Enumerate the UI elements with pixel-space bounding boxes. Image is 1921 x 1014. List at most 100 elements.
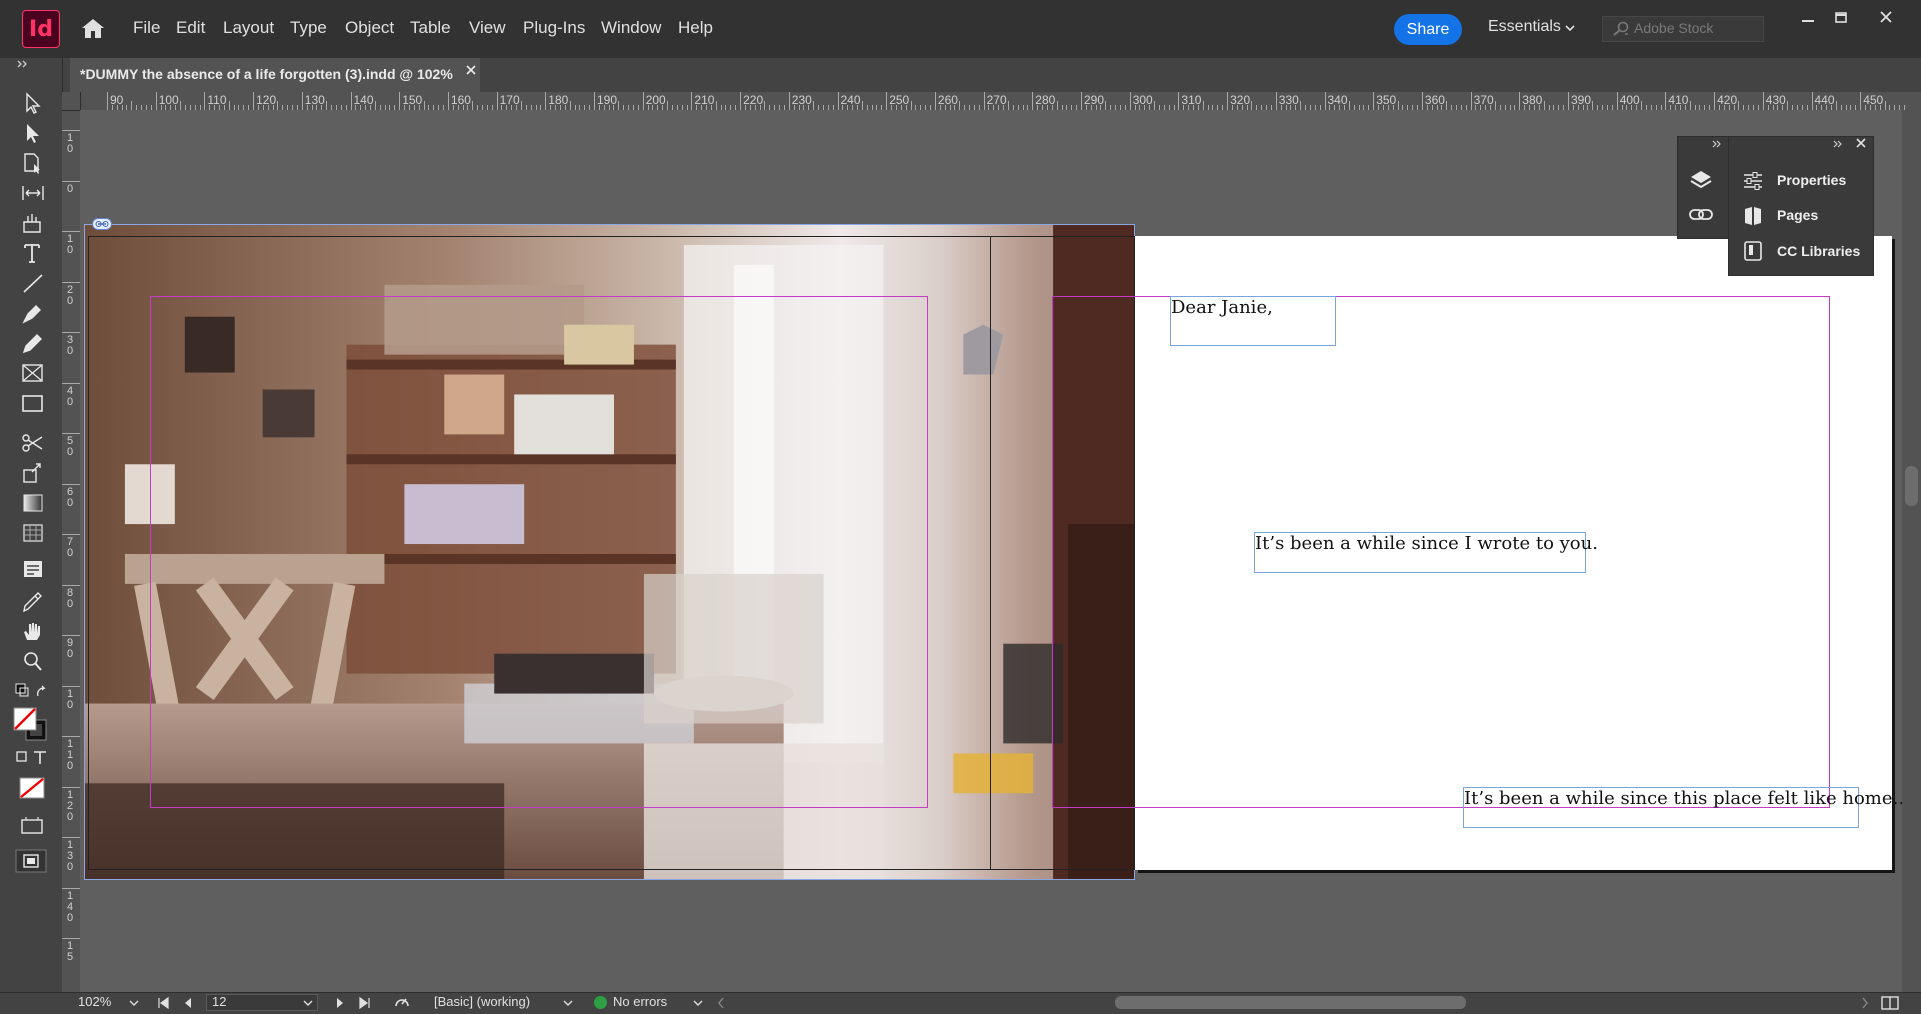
page-chevron-icon[interactable]: [302, 998, 314, 1008]
sliders-icon[interactable]: [1741, 170, 1765, 192]
preflight-errors[interactable]: No errors: [613, 994, 667, 1009]
direct-selection-tool-icon[interactable]: [20, 122, 46, 144]
properties-panel-tab[interactable]: Properties: [1777, 172, 1846, 188]
ruler-label: 1 2 0: [66, 788, 74, 823]
zoom-level[interactable]: 102%: [78, 994, 111, 1009]
restore-icon[interactable]: [1826, 8, 1856, 28]
menu-object[interactable]: Object: [345, 18, 394, 38]
minimize-icon[interactable]: [1793, 8, 1823, 28]
text-frame-closing[interactable]: It’s been a while since this place felt …: [1463, 787, 1911, 828]
expand-panels-icon[interactable]: [1711, 140, 1723, 148]
workspace-switcher[interactable]: Essentials: [1488, 18, 1561, 36]
errors-chevron-icon[interactable]: [692, 998, 704, 1008]
preflight-profile[interactable]: [Basic] (working): [434, 994, 530, 1009]
ruler-minor-tick: [1641, 101, 1643, 110]
pen-tool-icon[interactable]: [20, 302, 46, 324]
link-icon[interactable]: [92, 218, 112, 230]
rectangle-tool-icon[interactable]: [20, 392, 46, 414]
formatting-container-text-icon[interactable]: [14, 748, 50, 766]
text-frame-body[interactable]: It’s been a while since I wrote to you.: [1254, 532, 1598, 573]
ruler-minor-tick: [180, 101, 182, 110]
share-button[interactable]: Share: [1394, 14, 1462, 45]
scroll-right-icon[interactable]: [1860, 996, 1870, 1010]
scissors-tool-icon[interactable]: [20, 432, 46, 454]
zoom-tool-icon[interactable]: [20, 650, 46, 672]
horizontal-scroll-thumb[interactable]: [1115, 996, 1466, 1009]
profile-chevron-icon[interactable]: [562, 998, 574, 1008]
menu-table[interactable]: Table: [410, 18, 451, 38]
menu-plug-ins[interactable]: Plug-Ins: [523, 18, 585, 38]
chevron-down-icon[interactable]: [1565, 24, 1575, 32]
menu-window[interactable]: Window: [601, 18, 661, 38]
apply-none-icon[interactable]: [18, 776, 46, 800]
first-page-icon[interactable]: [156, 996, 170, 1010]
ruler-tick: [62, 483, 80, 485]
ruler-tick: [62, 635, 80, 636]
pages-panel-tab[interactable]: Pages: [1777, 207, 1818, 223]
menu-view[interactable]: View: [469, 18, 506, 38]
ruler-tick: [886, 92, 888, 110]
ruler-label: 1 4 0: [66, 889, 74, 924]
ruler-tick: [62, 231, 80, 232]
menu-file[interactable]: File: [133, 18, 160, 38]
ruler-minor-tick: [472, 101, 474, 110]
default-fill-stroke-icon[interactable]: [14, 682, 50, 702]
gradient-feather-tool-icon[interactable]: [20, 522, 46, 544]
ruler-tick: [62, 332, 80, 333]
preview-mode-icon[interactable]: [14, 848, 48, 874]
scroll-left-icon[interactable]: [716, 996, 726, 1010]
note-tool-icon[interactable]: [20, 558, 46, 580]
gap-tool-icon[interactable]: [20, 182, 46, 204]
ruler-label: 8 0: [66, 586, 74, 610]
collapse-dock-icon[interactable]: [1832, 140, 1844, 148]
text-frame-greeting[interactable]: Dear Janie,: [1170, 296, 1336, 346]
screen-mode-icon[interactable]: [18, 816, 46, 836]
free-transform-tool-icon[interactable]: [20, 462, 46, 484]
close-panel-icon[interactable]: [1855, 137, 1867, 149]
zoom-chevron-icon[interactable]: [128, 998, 140, 1008]
split-window-icon[interactable]: [1880, 995, 1900, 1011]
close-icon[interactable]: [465, 64, 477, 76]
collapse-panel-icon[interactable]: [16, 60, 32, 68]
menu-help[interactable]: Help: [678, 18, 713, 38]
pages-icon[interactable]: [1741, 205, 1765, 227]
ruler-minor-tick: [910, 101, 912, 110]
ruler-origin[interactable]: [62, 92, 81, 111]
ruler-tick: [62, 130, 80, 131]
menu-layout[interactable]: Layout: [223, 18, 274, 38]
rectangle-frame-tool-icon[interactable]: [20, 362, 46, 384]
close-window-icon[interactable]: [1871, 8, 1901, 28]
next-page-icon[interactable]: [334, 996, 346, 1010]
links-icon[interactable]: [1688, 204, 1714, 226]
layers-icon[interactable]: [1688, 168, 1714, 192]
vertical-scrollbar[interactable]: [1902, 110, 1921, 992]
document-tab-title[interactable]: *DUMMY the absence of a life forgotten (…: [80, 66, 453, 82]
page-tool-icon[interactable]: [20, 152, 46, 174]
preflight-icon[interactable]: [392, 994, 412, 1012]
page-number-value[interactable]: 12: [212, 994, 226, 1009]
fill-stroke-swatch-icon[interactable]: [12, 706, 52, 742]
stock-search-input[interactable]: [1634, 16, 1762, 40]
menu-edit[interactable]: Edit: [176, 18, 205, 38]
gradient-swatch-tool-icon[interactable]: [20, 492, 46, 514]
ruler-label: 0: [66, 182, 74, 195]
pencil-tool-icon[interactable]: [20, 332, 46, 354]
cc-libraries-panel-tab[interactable]: CC Libraries: [1777, 243, 1860, 259]
vertical-ruler[interactable]: 1 0 0 1 0 2 0 3 0 4 0 5 0 6 0 7 0 8 0 9 0 1 0 1 1 0 1…: [62, 110, 81, 992]
ruler-tick: [62, 938, 80, 939]
ruler-minor-tick: [667, 101, 669, 110]
hand-tool-icon[interactable]: [20, 620, 46, 642]
line-tool-icon[interactable]: [20, 272, 46, 294]
previous-page-icon[interactable]: [182, 996, 194, 1010]
horizontal-ruler[interactable]: // placeholder; ruler labels are created…: [62, 92, 1921, 111]
ruler-label: 3 0: [66, 334, 74, 357]
menu-type[interactable]: Type: [290, 18, 327, 38]
home-icon[interactable]: [80, 16, 106, 40]
vertical-scroll-thumb[interactable]: [1905, 466, 1918, 506]
last-page-icon[interactable]: [358, 996, 372, 1010]
eyedropper-tool-icon[interactable]: [20, 590, 46, 612]
content-collector-icon[interactable]: [20, 212, 46, 234]
selection-tool-icon[interactable]: [20, 92, 46, 114]
type-tool-icon[interactable]: [20, 242, 46, 264]
libraries-icon[interactable]: [1741, 240, 1765, 262]
